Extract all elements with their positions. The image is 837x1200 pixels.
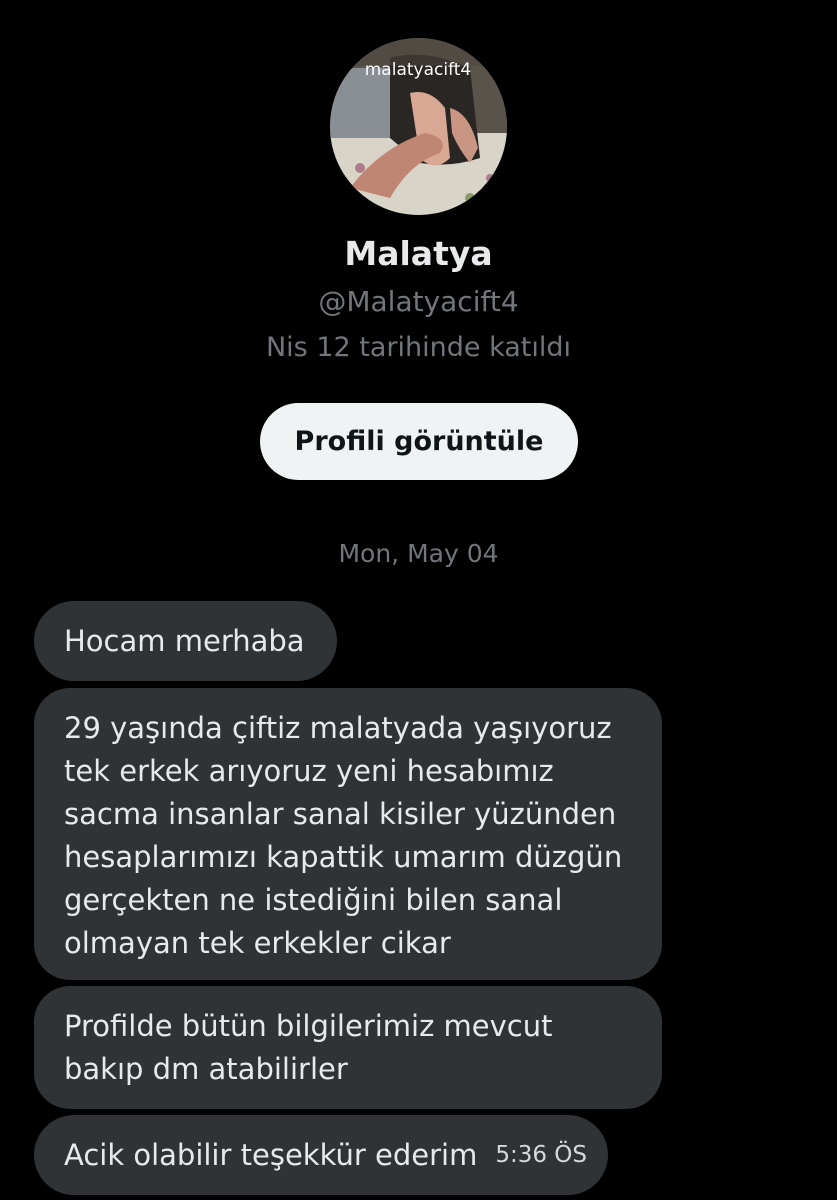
avatar-watermark: malatyacift4 <box>365 60 472 80</box>
message-timestamp: 5:36 ÖS <box>495 1141 588 1168</box>
profile-handle: @Malatyacift4 <box>318 285 519 318</box>
message-text: sacma insanlar sanal kisiler yüzünden <box>64 797 617 831</box>
profile-avatar[interactable]: malatyacift4 <box>330 38 507 215</box>
message-text: Hocam merhaba <box>64 623 305 658</box>
message-text: bakıp dm atabilirler <box>64 1052 348 1086</box>
message-text: Profilde bütün bilgilerimiz mevcut <box>64 1009 553 1043</box>
message-text: olmayan tek erkekler cikar <box>64 926 451 960</box>
message-text: Acik olabilir teşekkür ederim <box>64 1137 478 1172</box>
message-bubble[interactable]: Acik olabilir teşekkür ederim 5:36 ÖS <box>34 1115 608 1195</box>
message-bubble[interactable]: Hocam merhaba <box>34 601 337 681</box>
message-text: gerçekten ne istediğini bilen sanal <box>64 883 563 917</box>
message-text: hesaplarımızı kapattik umarım düzgün <box>64 840 623 874</box>
profile-display-name: Malatya <box>344 234 493 273</box>
avatar-photo: malatyacift4 <box>330 38 507 215</box>
message-text: 29 yaşında çiftiz malatyada yaşıyoruz <box>64 711 612 745</box>
view-profile-button[interactable]: Profili görüntüle <box>260 403 578 480</box>
message-bubble[interactable]: Profilde bütün bilgilerimiz mevcut bakıp… <box>34 986 662 1109</box>
date-separator: Mon, May 04 <box>338 539 499 568</box>
profile-joined-date: Nis 12 tarihinde katıldı <box>265 332 571 363</box>
message-text: tek erkek arıyoruz yeni hesabımız <box>64 754 554 788</box>
message-bubble[interactable]: 29 yaşında çiftiz malatyada yaşıyoruz te… <box>34 688 662 980</box>
